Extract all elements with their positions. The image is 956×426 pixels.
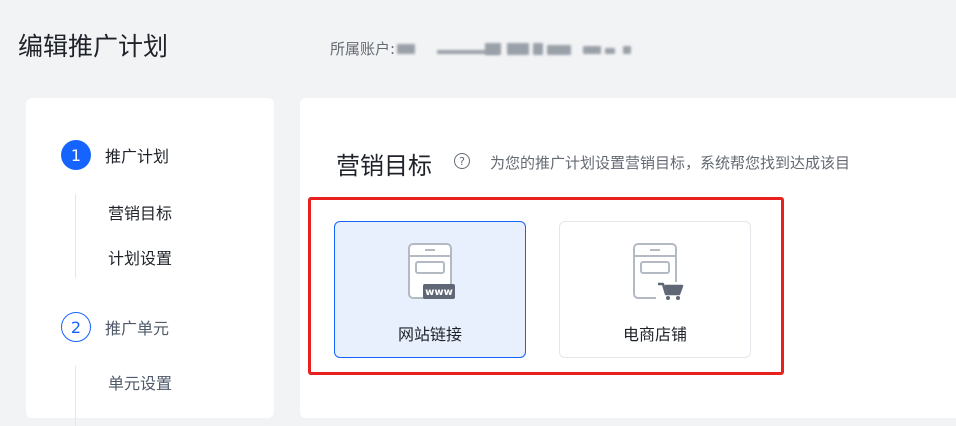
account-info: 所属账户: xyxy=(330,38,697,59)
step-label: 推广计划 xyxy=(105,147,170,166)
step-number-1: 1 xyxy=(61,140,91,170)
step-connector-line xyxy=(75,366,76,426)
section-title: 营销目标 xyxy=(336,152,432,180)
target-card-label: 电商店铺 xyxy=(622,325,687,344)
step-number-2: 2 xyxy=(61,312,91,342)
page-title: 编辑推广计划 xyxy=(18,32,169,61)
step-label: 推广单元 xyxy=(105,319,170,338)
website-link-icon: www xyxy=(408,243,455,299)
target-card-label: 网站链接 xyxy=(397,325,462,344)
step-connector-line xyxy=(75,194,76,278)
sub-step-unit-settings[interactable]: 单元设置 xyxy=(108,370,172,394)
sub-step-plan-settings[interactable]: 计划设置 xyxy=(108,245,172,269)
step-item-promotion-unit[interactable]: 2 推广单元 xyxy=(61,312,169,342)
step-item-promotion-plan[interactable]: 1 推广计划 xyxy=(61,140,169,170)
account-name-redacted xyxy=(397,42,697,56)
help-icon[interactable]: ? xyxy=(454,153,470,169)
target-card-ecommerce-shop[interactable]: 电商店铺 xyxy=(559,221,751,358)
sub-step-marketing-goal[interactable]: 营销目标 xyxy=(108,200,172,224)
step-sidebar: 1 推广计划 营销目标 计划设置 2 推广单元 单元设置 xyxy=(26,98,274,426)
section-description: 为您的推广计划设置营销目标，系统帮您找到达成该目 xyxy=(490,154,851,172)
www-badge-text: www xyxy=(425,287,453,298)
account-label: 所属账户: xyxy=(330,40,396,58)
target-card-website-link[interactable]: www 网站链接 xyxy=(334,221,526,358)
ecommerce-shop-icon xyxy=(633,243,684,302)
